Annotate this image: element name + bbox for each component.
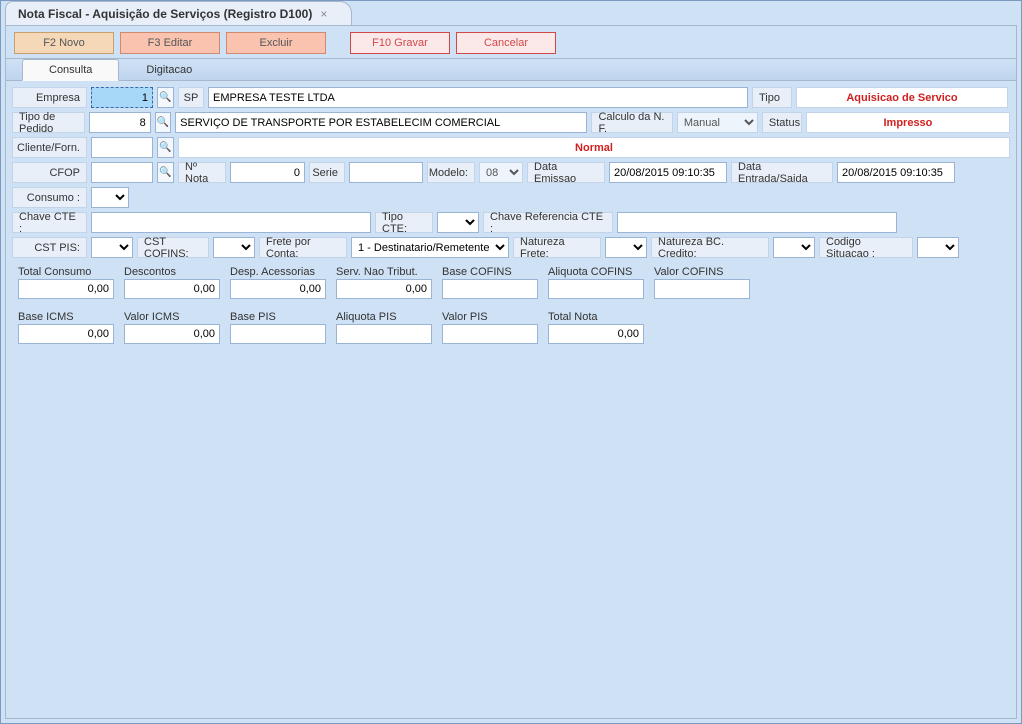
aliquota-pis-input[interactable] <box>336 324 432 344</box>
label-tipo: Tipo <box>752 87 792 108</box>
total-consumo-input[interactable] <box>18 279 114 299</box>
editar-button[interactable]: F3 Editar <box>120 32 220 54</box>
num-nota-input[interactable] <box>230 162 305 183</box>
valor-icms-input[interactable] <box>124 324 220 344</box>
label-modelo: Modelo: <box>427 162 475 183</box>
label-valor-pis: Valor PIS <box>442 311 538 323</box>
valor-pis-input[interactable] <box>442 324 538 344</box>
label-desp-acessorias: Desp. Acessorias <box>230 266 326 278</box>
form-area: Empresa 🔍 SP Tipo Aquisicao de Servico T… <box>6 81 1016 354</box>
chave-cte-input[interactable] <box>91 212 371 233</box>
window-title: Nota Fiscal - Aquisição de Serviços (Reg… <box>18 7 312 21</box>
label-aliquota-cofins: Aliquota COFINS <box>548 266 644 278</box>
label-natureza-frete: Natureza Frete: <box>513 237 601 258</box>
label-chave-cte: Chave CTE : <box>12 212 87 233</box>
label-cliente-forn: Cliente/Forn. <box>12 137 87 158</box>
label-valor-icms: Valor ICMS <box>124 311 220 323</box>
descontos-input[interactable] <box>124 279 220 299</box>
cliente-forn-status: Normal <box>178 137 1010 158</box>
app-window: Nota Fiscal - Aquisição de Serviços (Reg… <box>0 0 1022 724</box>
label-tipo-cte: Tipo CTE: <box>375 212 433 233</box>
base-pis-input[interactable] <box>230 324 326 344</box>
label-consumo: Consumo : <box>12 187 87 208</box>
excluir-button[interactable]: Excluir <box>226 32 326 54</box>
tipo-pedido-desc-input[interactable] <box>175 112 587 133</box>
label-cst-cofins: CST COFINS: <box>137 237 209 258</box>
label-frete-conta: Frete por Conta: <box>259 237 347 258</box>
serv-nao-tribut-input[interactable] <box>336 279 432 299</box>
modelo-select[interactable]: 08 <box>479 162 523 183</box>
close-icon[interactable]: × <box>320 7 327 21</box>
status-box: Impresso <box>806 112 1010 133</box>
label-base-icms: Base ICMS <box>18 311 114 323</box>
label-natureza-bc: Natureza BC. Credito: <box>651 237 769 258</box>
desp-acessorias-input[interactable] <box>230 279 326 299</box>
consumo-select[interactable] <box>91 187 129 208</box>
cst-pis-select[interactable] <box>91 237 133 258</box>
label-total-consumo: Total Consumo <box>18 266 114 278</box>
label-serie: Serie <box>309 162 345 183</box>
label-base-pis: Base PIS <box>230 311 326 323</box>
label-cfop: CFOP <box>12 162 87 183</box>
label-cst-pis: CST PIS: <box>12 237 87 258</box>
content-pane: F2 Novo F3 Editar Excluir F10 Gravar Can… <box>5 25 1017 719</box>
tipo-cte-select[interactable] <box>437 212 479 233</box>
toolbar: F2 Novo F3 Editar Excluir F10 Gravar Can… <box>6 26 1016 59</box>
chave-ref-cte-input[interactable] <box>617 212 897 233</box>
empresa-id-input[interactable] <box>91 87 153 108</box>
novo-button[interactable]: F2 Novo <box>14 32 114 54</box>
cst-cofins-select[interactable] <box>213 237 255 258</box>
label-aliquota-pis: Aliquota PIS <box>336 311 432 323</box>
empresa-lookup-icon[interactable]: 🔍 <box>157 87 174 108</box>
calculo-nf-select[interactable]: Manual <box>677 112 758 133</box>
label-total-nota: Total Nota <box>548 311 644 323</box>
natureza-frete-select[interactable] <box>605 237 647 258</box>
label-valor-cofins: Valor COFINS <box>654 266 750 278</box>
label-codigo-situacao: Codigo Situacao : <box>819 237 913 258</box>
frete-conta-select[interactable]: 1 - Destinatario/Remetente <box>351 237 509 258</box>
tipo-pedido-id-input[interactable] <box>89 112 151 133</box>
tab-strip: Consulta Digitacao <box>6 59 1016 81</box>
natureza-bc-select[interactable] <box>773 237 815 258</box>
serie-input[interactable] <box>349 162 423 183</box>
tipo-box: Aquisicao de Servico <box>796 87 1008 108</box>
data-entrada-input[interactable] <box>837 162 955 183</box>
base-icms-input[interactable] <box>18 324 114 344</box>
cancelar-button[interactable]: Cancelar <box>456 32 556 54</box>
label-calculo-nf: Calculo da N. F. <box>591 112 672 133</box>
label-empresa: Empresa <box>12 87 87 108</box>
label-base-cofins: Base COFINS <box>442 266 538 278</box>
tab-digitacao[interactable]: Digitacao <box>119 59 219 80</box>
aliquota-cofins-input[interactable] <box>548 279 644 299</box>
cfop-input[interactable] <box>91 162 153 183</box>
label-data-entrada: Data Entrada/Saida <box>731 162 833 183</box>
tab-consulta[interactable]: Consulta <box>22 59 119 81</box>
totals-grid: Total Consumo Descontos Desp. Acessorias… <box>12 262 1010 348</box>
label-descontos: Descontos <box>124 266 220 278</box>
label-tipo-pedido: Tipo de Pedido <box>12 112 85 133</box>
total-nota-input[interactable] <box>548 324 644 344</box>
empresa-uf: SP <box>178 87 204 108</box>
tipo-pedido-lookup-icon[interactable]: 🔍 <box>155 112 171 133</box>
base-cofins-input[interactable] <box>442 279 538 299</box>
gravar-button[interactable]: F10 Gravar <box>350 32 450 54</box>
label-num-nota: Nº Nota <box>178 162 226 183</box>
label-chave-ref-cte: Chave Referencia CTE : <box>483 212 613 233</box>
codigo-situacao-select[interactable] <box>917 237 959 258</box>
label-data-emissao: Data Emissao <box>527 162 605 183</box>
cliente-forn-input[interactable] <box>91 137 153 158</box>
label-status: Status <box>762 112 802 133</box>
label-serv-nao-tribut: Serv. Nao Tribut. <box>336 266 432 278</box>
cfop-lookup-icon[interactable]: 🔍 <box>157 162 174 183</box>
empresa-nome-input[interactable] <box>208 87 748 108</box>
data-emissao-input[interactable] <box>609 162 727 183</box>
valor-cofins-input[interactable] <box>654 279 750 299</box>
window-title-tab: Nota Fiscal - Aquisição de Serviços (Reg… <box>5 1 352 25</box>
cliente-forn-lookup-icon[interactable]: 🔍 <box>157 137 174 158</box>
